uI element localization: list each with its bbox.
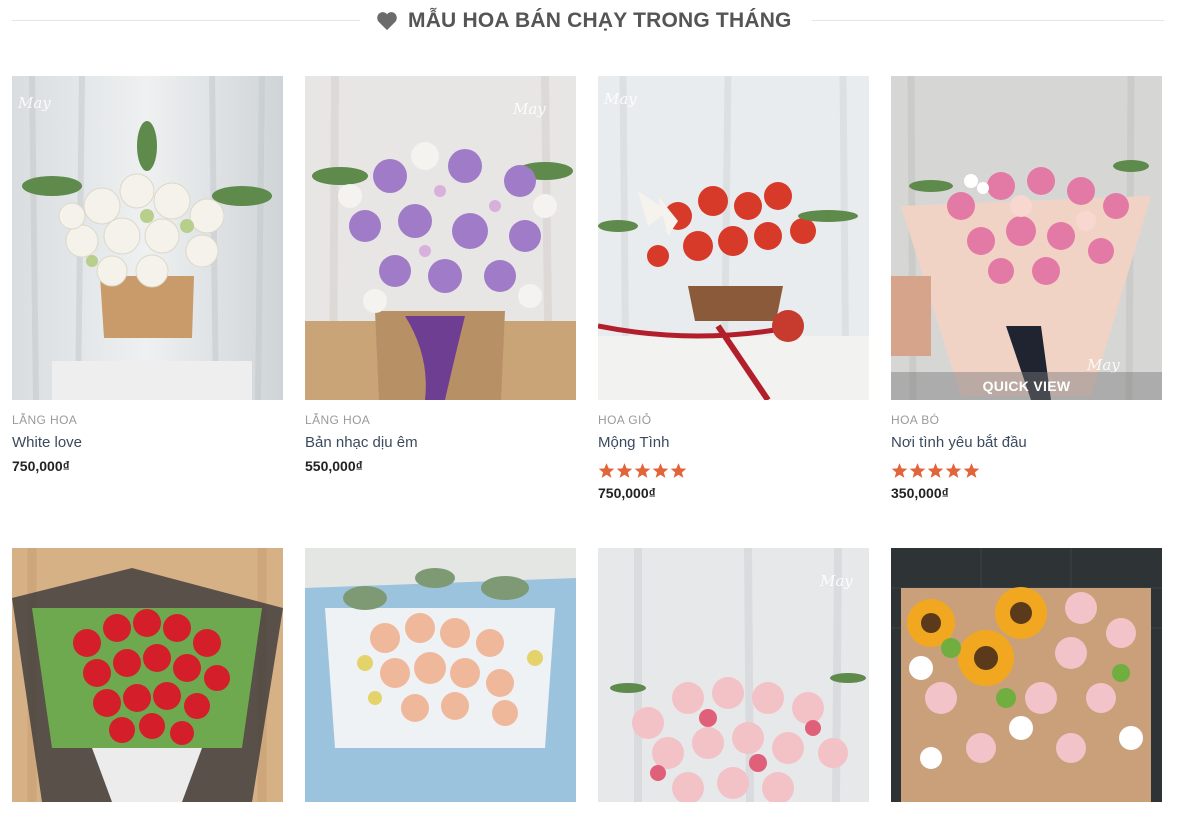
section-heading: MẪU HOA BÁN CHẠY TRONG THÁNG [376, 6, 792, 36]
star-icon [634, 463, 651, 478]
star-rating [598, 462, 869, 480]
product-price: 750,000₫ [598, 485, 656, 501]
brand-watermark: May [820, 572, 853, 590]
star-icon [909, 463, 926, 478]
product-category[interactable]: LẴNG HOA [12, 412, 283, 428]
star-icon [598, 463, 615, 478]
product-image[interactable]: May [598, 76, 869, 400]
product-image[interactable]: May QUICK VIEW [891, 76, 1162, 400]
product-image[interactable] [12, 548, 283, 802]
product-image[interactable] [305, 548, 576, 802]
heart-icon [377, 12, 397, 31]
star-icon [891, 463, 908, 478]
product-category[interactable]: HOA BÓ [891, 412, 1162, 428]
star-icon [616, 463, 633, 478]
product-card[interactable] [12, 548, 283, 802]
product-image[interactable]: May [12, 76, 283, 400]
product-image[interactable]: May [305, 76, 576, 400]
star-icon [652, 463, 669, 478]
product-card[interactable]: May HOA GIỎ Mộng Tình 750,000₫ [598, 76, 869, 502]
product-card[interactable]: May LẴNG HOA Bản nhạc dịu êm 550,000₫ [305, 76, 576, 475]
product-category[interactable]: HOA GIỎ [598, 412, 869, 428]
product-card[interactable] [891, 548, 1162, 802]
product-image[interactable]: May [598, 548, 869, 802]
section-header: MẪU HOA BÁN CHẠY TRONG THÁNG [0, 0, 1200, 44]
star-icon [945, 463, 962, 478]
product-price: 550,000₫ [305, 458, 363, 474]
product-category[interactable]: LẴNG HOA [305, 412, 576, 428]
quick-view-button[interactable]: QUICK VIEW [891, 372, 1162, 400]
star-icon [927, 463, 944, 478]
product-price: 350,000₫ [891, 485, 949, 501]
star-icon [963, 463, 980, 478]
brand-watermark: May [513, 100, 546, 118]
brand-watermark: May [18, 94, 51, 112]
product-name-link[interactable]: Bản nhạc dịu êm [305, 433, 576, 453]
product-image[interactable] [891, 548, 1162, 802]
product-name-link[interactable]: Mộng Tình [598, 433, 869, 453]
brand-watermark: May [604, 90, 637, 108]
divider-right [812, 20, 1164, 21]
product-price: 750,000₫ [12, 458, 70, 474]
product-name-link[interactable]: Nơi tình yêu bắt đầu [891, 433, 1162, 453]
star-icon [670, 463, 687, 478]
star-rating [891, 462, 1162, 480]
product-card[interactable] [305, 548, 576, 802]
product-card[interactable]: May QUICK VIEW HOA BÓ Nơi tình yêu bắt đ… [891, 76, 1162, 502]
product-card[interactable]: May LẴNG HOA White love 750,000₫ [12, 76, 283, 475]
product-card[interactable]: May [598, 548, 869, 802]
divider-left [12, 20, 360, 21]
product-name-link[interactable]: White love [12, 433, 283, 453]
section-title: MẪU HOA BÁN CHẠY TRONG THÁNG [408, 9, 792, 32]
